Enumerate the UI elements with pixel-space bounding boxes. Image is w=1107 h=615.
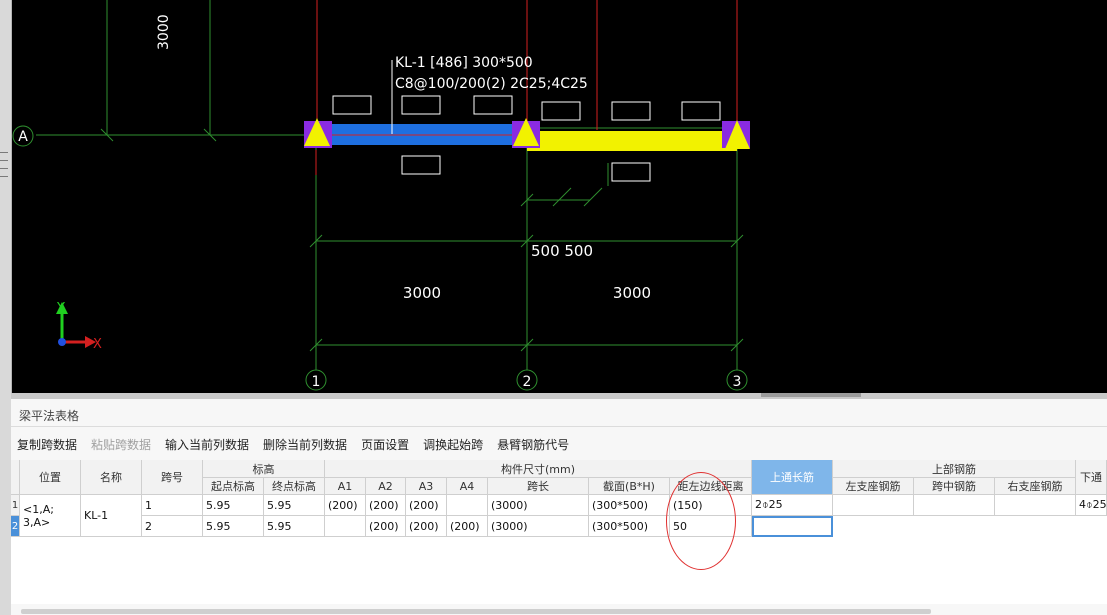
cell-name[interactable]: KL-1 [81,495,142,537]
row1-a3[interactable]: (200) [406,495,447,516]
row2-a4[interactable]: (200) [447,516,488,537]
beam-label-line1: KL-1 [486] 300*500 [395,55,533,71]
row1-start-elev[interactable]: 5.95 [203,495,264,516]
row2-span-length[interactable]: (3000) [488,516,589,537]
header-elevation: 标高 [203,460,325,478]
header-name[interactable]: 名称 [81,460,142,495]
row2-top-continuous-active[interactable] [752,516,833,537]
header-right-support[interactable]: 右支座钢筋 [995,478,1076,495]
row2-a2[interactable]: (200) [366,516,406,537]
header-span-length[interactable]: 跨长 [488,478,589,495]
beam-label-line2: C8@100/200(2) 2C25;4C25 [395,76,588,92]
header-mid-span[interactable]: 跨中钢筋 [914,478,995,495]
cell-position[interactable]: <1,A; 3,A> [20,495,81,537]
row-number-1[interactable]: 1 [11,495,20,516]
row2-a3[interactable]: (200) [406,516,447,537]
position-line-1: <1,A; [23,502,54,516]
row2-section[interactable]: (300*500) [589,516,670,537]
dimension-ticks [100,128,744,352]
axis-label-a: A [18,129,28,145]
beam-span-2-selected[interactable] [527,131,737,151]
position-line-2: 3,A> [23,515,51,529]
grid-empty-area [11,537,1107,604]
splitter-grip[interactable] [761,393,861,397]
paste-span-data-button[interactable]: 粘贴跨数据 [91,436,151,453]
header-top-continuous[interactable]: 上通长筋 [752,460,833,495]
span-dimension-2: 3000 [613,284,651,302]
header-section[interactable]: 截面(B*H) [589,478,670,495]
row2-a1[interactable] [325,516,366,537]
horizontal-scrollbar[interactable] [21,609,931,614]
axis-label-1: 1 [312,374,321,390]
row2-end-elev[interactable]: 5.95 [264,516,325,537]
table-toolbar: 复制跨数据 粘贴跨数据 输入当前列数据 删除当前列数据 页面设置 调换起始跨 悬… [11,433,1107,455]
swap-start-span-button[interactable]: 调换起始跨 [423,436,483,453]
header-a4[interactable]: A4 [447,478,488,495]
row1-a2[interactable]: (200) [366,495,406,516]
vertical-dimension-label: 3000 [156,14,172,50]
copy-span-data-button[interactable]: 复制跨数据 [17,436,77,453]
header-a1[interactable]: A1 [325,478,366,495]
row1-section[interactable]: (300*500) [589,495,670,516]
beam-table-panel: 梁平法表格 复制跨数据 粘贴跨数据 输入当前列数据 删除当前列数据 页面设置 调… [11,399,1107,615]
page-setup-button[interactable]: 页面设置 [361,436,409,453]
row1-right-support[interactable] [995,495,1076,516]
coord-y-label: Y [56,301,65,316]
grid-lines [36,0,738,370]
header-left-offset[interactable]: 距左边线距离 [670,478,752,495]
row1-span-length[interactable]: (3000) [488,495,589,516]
header-position[interactable]: 位置 [20,460,81,495]
cad-drawing-canvas[interactable]: A 1 2 3 3000 KL-1 [486] 300*500 C8@100/2… [0,0,1107,400]
input-current-column-button[interactable]: 输入当前列数据 [165,436,249,453]
row1-mid-span[interactable] [914,495,995,516]
header-dimensions: 构件尺寸(mm) [325,460,752,478]
header-end-elev[interactable]: 终点标高 [264,478,325,495]
row1-a1[interactable]: (200) [325,495,366,516]
row1-bottom-cut[interactable]: 4⌽25 [1076,495,1107,516]
header-start-elev[interactable]: 起点标高 [203,478,264,495]
row1-span[interactable]: 1 [142,495,203,516]
cantilever-rebar-code-button[interactable]: 悬臂钢筋代号 [497,436,569,453]
row2-start-elev[interactable]: 5.95 [203,516,264,537]
header-top-rebar: 上部钢筋 [833,460,1076,478]
header-a3[interactable]: A3 [406,478,447,495]
delete-current-column-button[interactable]: 删除当前列数据 [263,436,347,453]
axis-label-3: 3 [733,374,742,390]
row1-end-elev[interactable]: 5.95 [264,495,325,516]
coord-x-label: X [93,337,102,352]
row1-top-continuous[interactable]: 2⌽25 [752,495,833,516]
row1-left-support[interactable] [833,495,914,516]
header-bottom-cut[interactable]: 下通 [1076,460,1107,495]
span-dimension-1: 3000 [403,284,441,302]
header-a2[interactable]: A2 [366,478,406,495]
row1-a4[interactable] [447,495,488,516]
beam-table-grid: 位置 名称 跨号 标高 构件尺寸(mm) 上通长筋 上部钢筋 下通 起点标高 终… [11,460,1107,604]
row2-span[interactable]: 2 [142,516,203,537]
mid-dimension-label: 500 500 [531,242,593,260]
header-left-support[interactable]: 左支座钢筋 [833,478,914,495]
panel-title: 梁平法表格 [11,406,1107,427]
cad-drawing: A 1 2 3 3000 KL-1 [486] 300*500 C8@100/2… [12,0,750,391]
axis-bubbles [12,125,748,391]
corner-cell [11,460,20,495]
row1-left-offset[interactable]: (150) [670,495,752,516]
axis-label-2: 2 [523,374,532,390]
header-span-no[interactable]: 跨号 [142,460,203,495]
row2-left-offset[interactable]: 50 [670,516,752,537]
coord-origin [58,338,66,346]
row-number-2[interactable]: 2 [11,516,20,537]
